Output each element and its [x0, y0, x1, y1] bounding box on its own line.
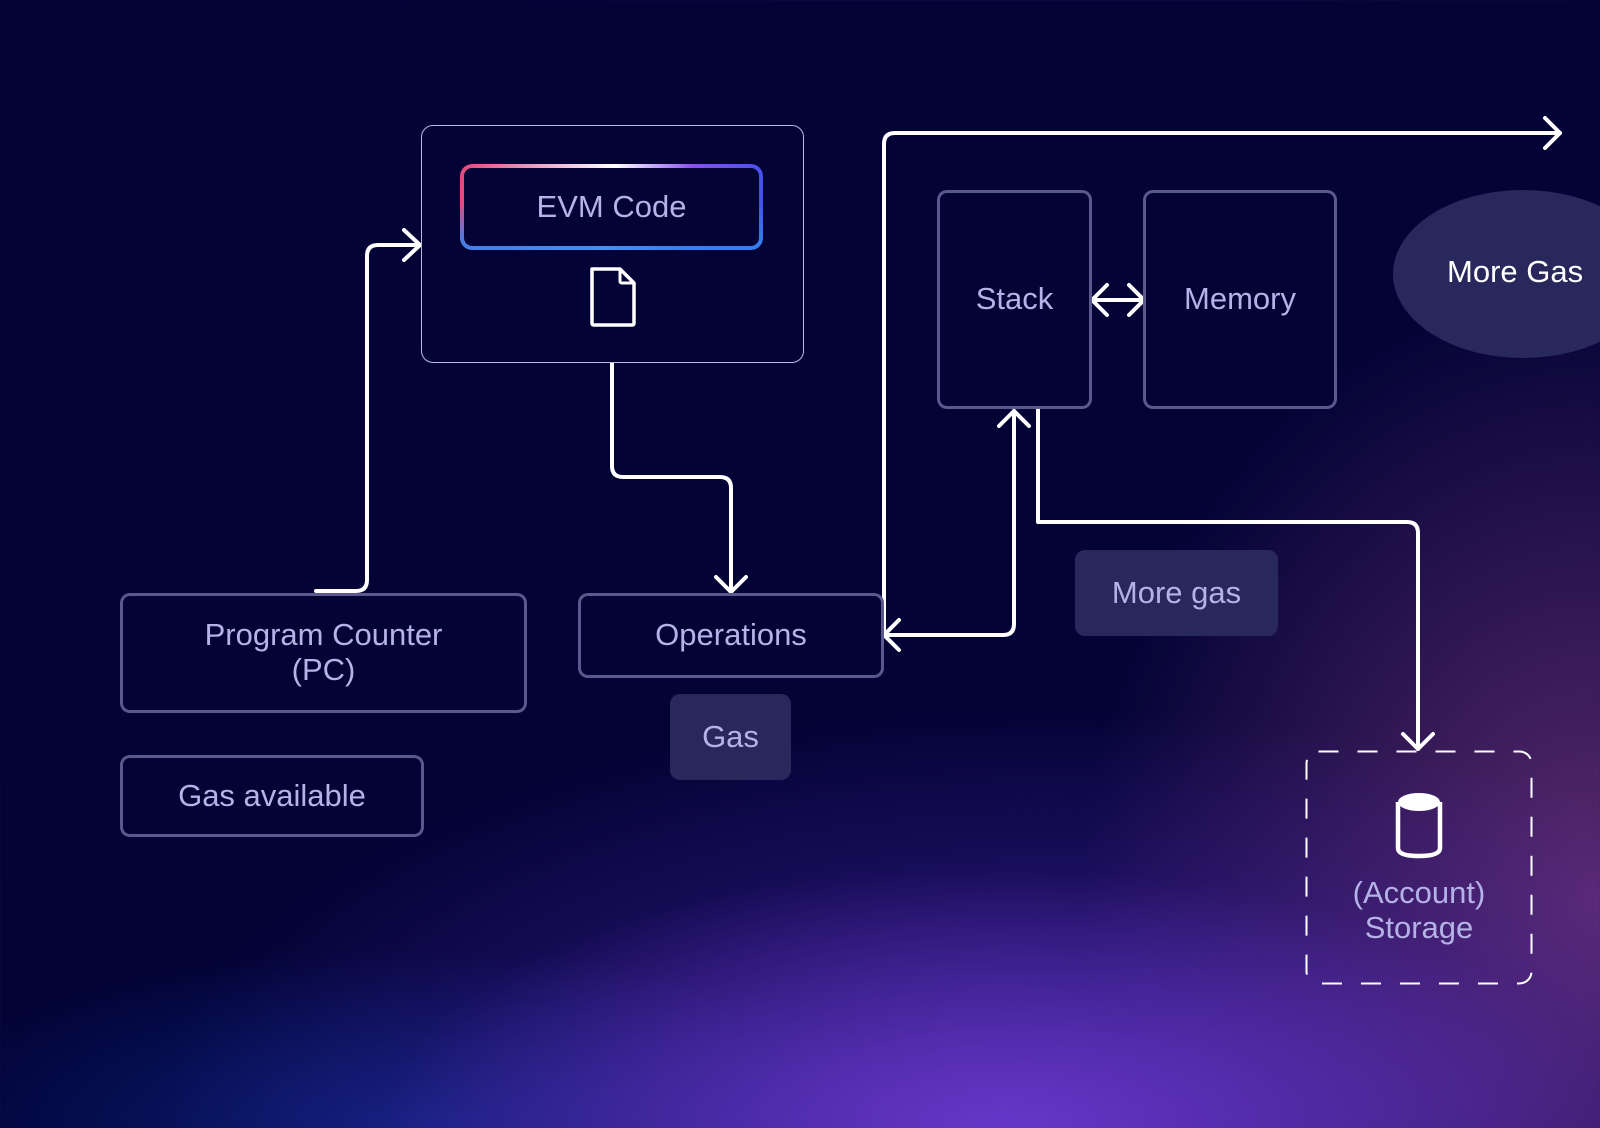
arrowhead-right-memory	[1127, 283, 1146, 317]
arrowhead-into-stack	[997, 409, 1031, 428]
stack-node[interactable]: Stack	[937, 190, 1092, 409]
gas-available-node[interactable]: Gas available	[120, 755, 424, 837]
program-counter-label-line2: (PC)	[291, 652, 356, 687]
database-icon	[1395, 793, 1443, 859]
arrowhead-left-stack	[1090, 283, 1109, 317]
stack-label: Stack	[975, 281, 1054, 317]
edge-pc-to-evm-code	[314, 243, 422, 593]
evm-code-label: EVM Code	[536, 188, 687, 224]
arrowhead-evm-code-to-operations	[714, 575, 748, 594]
gas-label: Gas	[702, 718, 759, 754]
more-gas-label: More gas	[1111, 574, 1242, 610]
arrowhead-into-storage	[1401, 732, 1435, 751]
evm-code-container[interactable]: EVM Code	[421, 125, 804, 363]
storage-label-line1: (Account)	[1352, 875, 1486, 910]
arrowhead-pc-to-evm-code	[402, 228, 422, 262]
program-counter-label-line1: Program Counter	[204, 617, 443, 653]
storage-dashed-border	[1305, 750, 1533, 985]
operations-label: Operations	[655, 617, 807, 653]
edge-evm-code-to-operations	[610, 361, 733, 594]
more-gas-node[interactable]: More gas	[1075, 550, 1278, 636]
program-counter-node[interactable]: Program Counter (PC)	[120, 593, 527, 713]
document-icon	[590, 267, 636, 327]
more-gas-ellipse-label: More Gas	[1447, 254, 1584, 289]
account-storage-node[interactable]: (Account) Storage	[1305, 750, 1533, 985]
memory-node[interactable]: Memory	[1143, 190, 1337, 409]
storage-label-line2: Storage	[1364, 909, 1474, 945]
evm-code-node[interactable]: EVM Code	[460, 164, 763, 250]
memory-label: Memory	[1184, 281, 1296, 317]
edge-stack-to-operations	[882, 409, 1016, 637]
gas-node[interactable]: Gas	[670, 694, 791, 780]
arrowhead-exit-right	[1543, 116, 1562, 150]
arrowhead-into-operations	[882, 618, 901, 652]
gas-available-label: Gas available	[178, 777, 366, 813]
operations-node[interactable]: Operations	[578, 593, 884, 678]
